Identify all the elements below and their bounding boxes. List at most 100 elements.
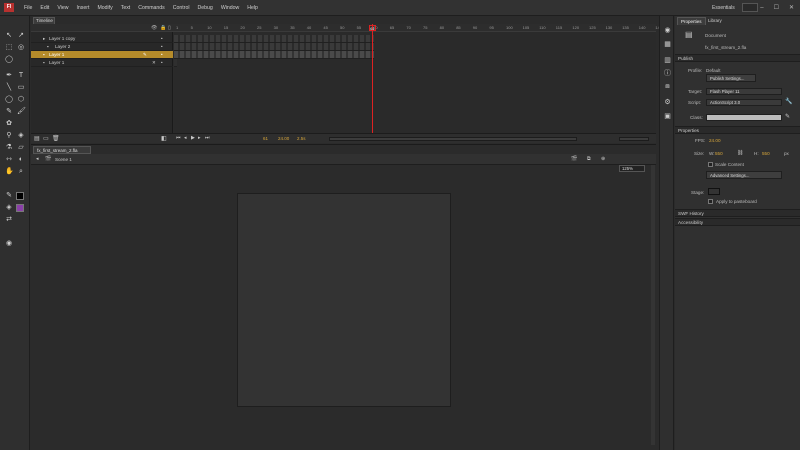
swap-colors-icon[interactable]: ⇄	[5, 216, 13, 224]
menu-file[interactable]: File	[20, 5, 36, 11]
scene-name[interactable]: Scene 1	[55, 157, 72, 162]
pencil-icon[interactable]: ✎	[5, 108, 13, 116]
publish-settings-button[interactable]: Publish Settings...	[706, 74, 756, 82]
new-folder-icon[interactable]: ▭	[43, 135, 49, 142]
layer-row[interactable]: ▸ Layer 1 copy •	[31, 35, 173, 43]
height-value[interactable]: 550	[762, 151, 770, 156]
timeline-tab[interactable]: Timeline	[33, 17, 55, 24]
brush-icon[interactable]: 🖌	[17, 108, 26, 116]
target-select[interactable]: Flash Player 11	[706, 88, 782, 95]
script-select[interactable]: ActionScript 3.0	[706, 99, 782, 106]
menu-insert[interactable]: Insert	[72, 5, 93, 11]
swatches-icon[interactable]: ▦	[663, 40, 672, 49]
prev-frame-icon[interactable]: ◂	[184, 135, 187, 141]
code-snippets-icon[interactable]: ⚙	[663, 98, 672, 107]
playhead-frame[interactable]: 61	[369, 25, 376, 31]
text-tool-icon[interactable]: T	[17, 72, 25, 80]
layer-row[interactable]: ▪ Layer 1 ✕ •	[31, 59, 173, 67]
free-transform-icon[interactable]: ⬚	[5, 44, 13, 52]
workspace-switcher[interactable]: Essentials	[712, 5, 735, 11]
close-icon[interactable]: ✕	[789, 4, 794, 11]
selection-tool-icon[interactable]: ↖	[5, 32, 13, 40]
frames-grid[interactable]: 1 5 10 15 20 25 30 35 40 45 50 55 60 65 70 75 80 85 90 95 10…	[174, 25, 662, 133]
menu-edit[interactable]: Edit	[36, 5, 53, 11]
subselection-tool-icon[interactable]: ↗	[17, 32, 25, 40]
minimize-icon[interactable]: –	[760, 5, 763, 11]
align-icon[interactable]: ▥	[663, 56, 672, 65]
maximize-icon[interactable]: ☐	[774, 4, 779, 11]
layer-row-selected[interactable]: ▪ Layer 1 ✎ •	[31, 51, 173, 59]
paint-bucket-icon[interactable]: ◈	[17, 132, 25, 140]
link-icon[interactable]: ⛓	[737, 150, 743, 156]
menu-text[interactable]: Text	[117, 5, 135, 11]
new-layer-icon[interactable]: ▤	[34, 135, 40, 142]
edit-symbol-icon[interactable]: ⧉	[587, 156, 591, 162]
eraser-icon[interactable]: ▱	[17, 144, 25, 152]
lock-all-icon[interactable]: 🔒	[160, 25, 166, 31]
stage-vertical-scrollbar[interactable]	[651, 165, 655, 445]
zoom-select[interactable]: 125%	[619, 165, 645, 172]
lock-icon[interactable]: •	[161, 59, 163, 66]
properties-section-header[interactable]: Properties	[675, 126, 800, 134]
delete-layer-icon[interactable]: 🗑	[52, 135, 60, 142]
frame-size-slider[interactable]	[619, 137, 649, 141]
color-panel-icon[interactable]: ◉	[663, 26, 672, 35]
width-tool-icon[interactable]: ⇿	[5, 156, 13, 164]
edit-scene-icon[interactable]: 🎬	[571, 156, 577, 162]
components-icon[interactable]: ▣	[663, 112, 672, 121]
info-icon[interactable]: ⓘ	[663, 69, 672, 78]
bone-tool-icon[interactable]: ⚲	[5, 132, 13, 140]
camera-tool-icon[interactable]: ◐	[17, 156, 25, 164]
tab-library[interactable]: Library	[705, 17, 725, 25]
onion-skin-icon[interactable]: ◧	[161, 135, 167, 142]
publish-section-header[interactable]: Publish	[675, 54, 800, 62]
transform-icon[interactable]: ⧈	[663, 82, 672, 91]
stage-color-swatch[interactable]	[708, 188, 720, 195]
hidden-icon[interactable]: ✕	[152, 59, 156, 66]
playhead[interactable]	[372, 24, 373, 134]
stroke-color-swatch[interactable]	[16, 192, 24, 200]
fps-readout[interactable]: 24.00	[278, 136, 289, 141]
menu-help[interactable]: Help	[243, 5, 262, 11]
swf-history-section-header[interactable]: SWF History	[675, 209, 800, 217]
back-arrow-icon[interactable]: ◂	[36, 156, 39, 162]
lasso-icon[interactable]: ◯	[5, 56, 13, 64]
zoom-tool-icon[interactable]: ⌕	[17, 168, 25, 176]
deco-tool-icon[interactable]: ✿	[5, 120, 13, 128]
class-input[interactable]	[706, 114, 782, 121]
menu-control[interactable]: Control	[169, 5, 194, 11]
snap-to-objects-icon[interactable]: ◉	[5, 240, 13, 248]
rectangle-tool-icon[interactable]: ▭	[17, 84, 25, 92]
next-frame-icon[interactable]: ▸	[198, 135, 201, 141]
frame-row[interactable]	[174, 51, 374, 59]
accessibility-section-header[interactable]: Accessibility	[675, 218, 800, 226]
3d-rotation-icon[interactable]: ◎	[17, 44, 25, 52]
menu-window[interactable]: Window	[217, 5, 243, 11]
hand-tool-icon[interactable]: ✋	[5, 168, 14, 176]
frame-row[interactable]	[174, 43, 374, 51]
line-tool-icon[interactable]: ╲	[5, 84, 13, 92]
frame-row[interactable]	[174, 35, 374, 43]
eyedropper-icon[interactable]: ⚗	[5, 144, 13, 152]
play-icon[interactable]: ▶	[191, 135, 195, 141]
lock-icon[interactable]: •	[161, 43, 163, 50]
edit-class-icon[interactable]: ✎	[785, 113, 790, 120]
menu-commands[interactable]: Commands	[134, 5, 169, 11]
layer-row[interactable]: ▪ Layer 2 •	[31, 43, 173, 51]
lock-icon[interactable]: •	[161, 35, 163, 42]
width-value[interactable]: 550	[715, 151, 723, 156]
show-hide-all-icon[interactable]: 👁	[151, 25, 157, 31]
document-tab[interactable]: fx_first_stream_2.fla	[33, 146, 91, 154]
pen-icon[interactable]: ✒	[5, 72, 13, 80]
fill-color-swatch[interactable]	[16, 204, 24, 212]
scale-content-checkbox[interactable]	[708, 162, 713, 167]
help-search-input[interactable]	[742, 3, 758, 12]
last-frame-icon[interactable]: ⏭	[205, 135, 210, 141]
tab-properties[interactable]: Properties	[677, 17, 706, 25]
timeline-scrollbar[interactable]	[329, 137, 577, 141]
stage-canvas[interactable]	[237, 193, 451, 407]
lock-icon[interactable]: •	[161, 51, 163, 58]
fps-value[interactable]: 24.00	[709, 138, 721, 143]
menu-modify[interactable]: Modify	[93, 5, 116, 11]
outline-all-icon[interactable]: ▯	[168, 25, 171, 31]
